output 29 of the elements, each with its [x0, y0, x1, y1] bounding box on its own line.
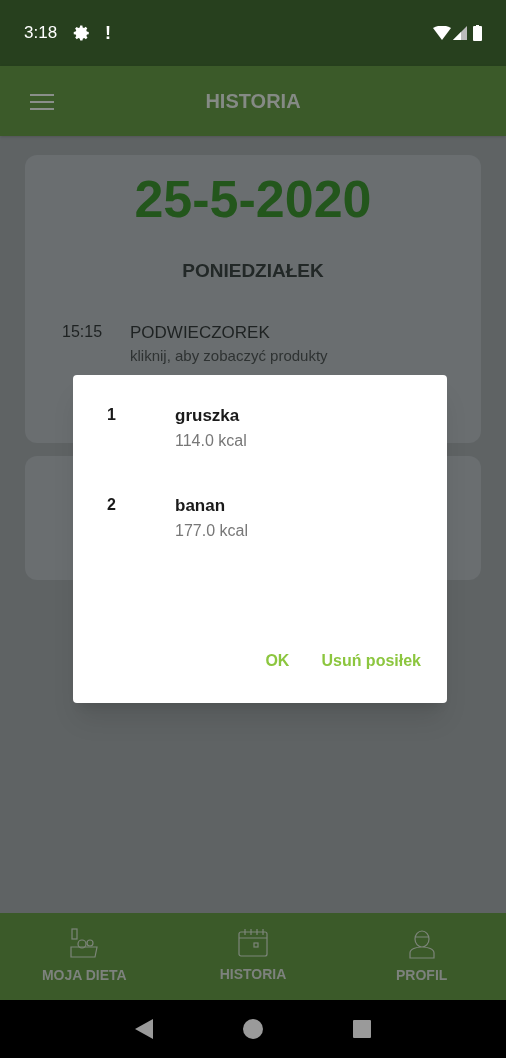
- meal-hint: kliknij, aby zobaczyć produkty: [130, 346, 328, 366]
- product-calories: 114.0 kcal: [175, 430, 247, 451]
- screen-title: HISTORIA: [205, 89, 301, 114]
- dialog-button[interactable]: Usuń posiłek: [315, 643, 427, 679]
- back-icon[interactable]: [135, 1019, 153, 1039]
- product-name: banan: [175, 495, 227, 517]
- nav-tab[interactable]: PROFIL: [337, 913, 506, 1000]
- meal-name: PODWIECZOREK: [130, 321, 271, 344]
- date-heading: 25-5-2020: [134, 169, 372, 230]
- settings-icon: [73, 24, 92, 42]
- item-number: 1: [107, 405, 117, 425]
- calendar-icon: [237, 928, 269, 958]
- nav-tab[interactable]: HISTORIA: [168, 913, 338, 1000]
- product-calories: 177.0 kcal: [175, 520, 248, 541]
- notification-mark: !: [105, 21, 112, 45]
- nav-tab[interactable]: MOJA DIETA: [0, 913, 169, 1000]
- profile-icon: [408, 927, 435, 959]
- item-number: 2: [107, 495, 117, 515]
- dialog-button[interactable]: OK: [259, 643, 296, 679]
- weekday-label: PONIEDZIAŁEK: [182, 259, 324, 283]
- signal-icon: [453, 26, 467, 40]
- meal-row[interactable]: 15:15 PODWIECZOREK kliknij, aby zobaczyć produkty: [25, 319, 481, 368]
- home-icon[interactable]: [243, 1019, 263, 1039]
- food-basket-icon: [68, 927, 101, 959]
- battery-icon: [473, 25, 482, 41]
- status-time: 3:18: [24, 22, 58, 45]
- product-name: gruszka: [175, 405, 241, 427]
- meal-time: 15:15: [62, 321, 104, 342]
- wifi-icon: [433, 26, 451, 40]
